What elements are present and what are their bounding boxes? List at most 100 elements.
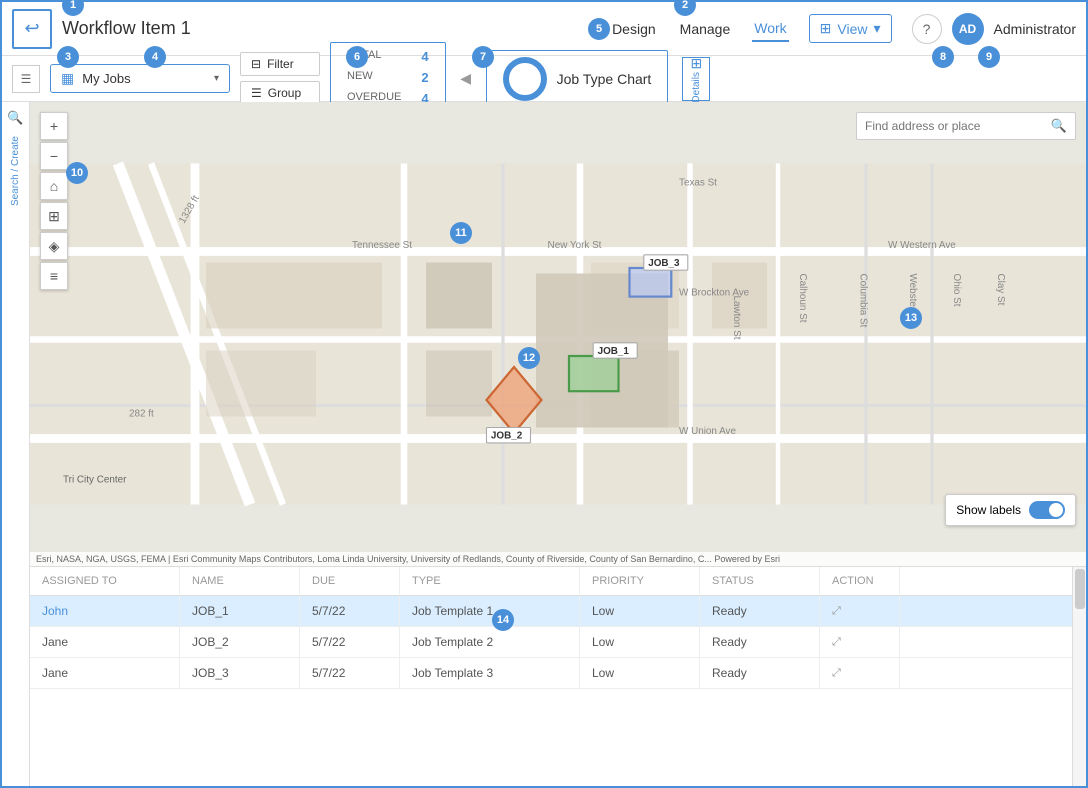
cell-priority: Low bbox=[580, 627, 700, 657]
nav-work[interactable]: Work bbox=[752, 16, 788, 42]
map-search-box[interactable]: 🔍 bbox=[856, 112, 1076, 140]
svg-text:New York St: New York St bbox=[548, 240, 602, 251]
jobs-dropdown-icon: ▦ bbox=[61, 70, 74, 87]
cell-status: Ready bbox=[700, 658, 820, 688]
table-body: John JOB_1 5/7/22 Job Template 1 Low Rea… bbox=[30, 596, 1072, 786]
user-avatar[interactable]: AD bbox=[952, 13, 984, 45]
badge-12: 12 bbox=[518, 347, 540, 369]
new-value: 2 bbox=[421, 68, 428, 89]
collapse-chart-button[interactable]: ◀ bbox=[456, 59, 476, 99]
badge-13: 13 bbox=[900, 307, 922, 329]
nav-manage[interactable]: Manage bbox=[678, 17, 733, 41]
home-button[interactable]: ⌂ bbox=[40, 172, 68, 200]
cell-assigned-to: Jane bbox=[30, 658, 180, 688]
badge-5: 5 bbox=[588, 18, 610, 40]
badge-14: 14 bbox=[492, 609, 514, 631]
nav-design[interactable]: Design bbox=[610, 17, 658, 41]
new-label: NEW bbox=[347, 68, 373, 89]
map-svg: 1328 ft 282 ft Tennessee St New York St … bbox=[30, 102, 1086, 566]
expand-icon[interactable]: ⤢ bbox=[832, 605, 841, 618]
cell-priority: Low bbox=[580, 658, 700, 688]
col-name: NAME bbox=[180, 567, 300, 595]
toolbar: 3 4 6 7 8 9 ☰ ▦ My Jobs ▾ ⊟ Filter ☰ Gro… bbox=[2, 56, 1086, 102]
table-row[interactable]: John JOB_1 5/7/22 Job Template 1 Low Rea… bbox=[30, 596, 1072, 627]
user-name[interactable]: Administrator bbox=[994, 21, 1076, 37]
cell-action[interactable]: ⤢ bbox=[820, 658, 900, 688]
filter-label: Filter bbox=[267, 57, 294, 71]
svg-text:Lawton St: Lawton St bbox=[731, 296, 742, 340]
left-sidebar: 🔍 Search / Create bbox=[2, 102, 30, 786]
header-nav: Design Manage Work bbox=[610, 16, 789, 42]
col-type: TYPE bbox=[400, 567, 580, 595]
badge-3: 3 bbox=[57, 46, 79, 68]
job-type-chart-label: Job Type Chart bbox=[557, 71, 652, 87]
details-button[interactable]: ⊞ Details bbox=[682, 57, 710, 101]
cell-status: Ready bbox=[700, 627, 820, 657]
badge-2: 2 bbox=[674, 0, 696, 16]
jobs-dropdown-arrow-icon: ▾ bbox=[214, 73, 219, 84]
cell-name: JOB_2 bbox=[180, 627, 300, 657]
header-actions: ? AD Administrator bbox=[912, 13, 1076, 45]
layers-button[interactable]: ◈ bbox=[40, 232, 68, 260]
table-row[interactable]: Jane JOB_2 5/7/22 Job Template 2 Low Rea… bbox=[30, 627, 1072, 658]
badge-6: 6 bbox=[346, 46, 368, 68]
cell-assigned-to: John bbox=[30, 596, 180, 626]
col-due: DUE bbox=[300, 567, 400, 595]
svg-text:282 ft: 282 ft bbox=[129, 409, 154, 420]
map-search-input[interactable] bbox=[865, 119, 1045, 133]
badge-8: 8 bbox=[932, 46, 954, 68]
cell-name: JOB_1 bbox=[180, 596, 300, 626]
svg-text:Ohio St: Ohio St bbox=[951, 274, 962, 307]
svg-text:JOB_3: JOB_3 bbox=[648, 258, 680, 269]
col-status: STATUS bbox=[700, 567, 820, 595]
cell-due: 5/7/22 bbox=[300, 627, 400, 657]
filter-icon: ⊟ bbox=[251, 57, 261, 71]
sidebar-search-icon[interactable]: 🔍 bbox=[4, 106, 28, 130]
view-label: View bbox=[837, 21, 867, 37]
svg-text:W Union Ave: W Union Ave bbox=[679, 426, 736, 437]
cell-action[interactable]: ⤢ bbox=[820, 627, 900, 657]
app-logo[interactable]: ↩ bbox=[12, 9, 52, 49]
cell-priority: Low bbox=[580, 596, 700, 626]
map-attribution: Esri, NASA, NGA, USGS, FEMA | Esri Commu… bbox=[30, 552, 1086, 566]
zoom-out-button[interactable]: − bbox=[40, 142, 68, 170]
help-icon: ? bbox=[923, 21, 931, 37]
user-initials: AD bbox=[959, 22, 976, 36]
legend-button[interactable]: ≡ bbox=[40, 262, 68, 290]
svg-text:Calhoun St: Calhoun St bbox=[797, 274, 808, 323]
svg-text:JOB_1: JOB_1 bbox=[598, 346, 630, 357]
help-button[interactable]: ? bbox=[912, 14, 942, 44]
badge-1: 1 bbox=[62, 0, 84, 16]
map-area[interactable]: 11 12 13 bbox=[30, 102, 1086, 566]
jobs-dropdown[interactable]: ▦ My Jobs ▾ bbox=[50, 64, 230, 93]
filter-button[interactable]: ⊟ Filter bbox=[240, 52, 320, 76]
app-container: 1 2 ↩ Workflow Item 1 5 Design Manage Wo… bbox=[0, 0, 1088, 788]
cell-type: Job Template 1 bbox=[400, 596, 580, 626]
sidebar-search-create-label[interactable]: Search / Create bbox=[10, 132, 21, 210]
badge-11: 11 bbox=[450, 222, 472, 244]
map-search-icon[interactable]: 🔍 bbox=[1051, 118, 1067, 134]
view-chevron-icon: ▾ bbox=[874, 20, 881, 37]
scrollbar-thumb[interactable] bbox=[1075, 569, 1085, 609]
view-button[interactable]: ⊞ View ▾ bbox=[809, 14, 892, 43]
view-icon: ⊞ bbox=[820, 20, 832, 37]
table-row[interactable]: Jane JOB_3 5/7/22 Job Template 3 Low Rea… bbox=[30, 658, 1072, 689]
svg-text:Columbia St: Columbia St bbox=[858, 274, 869, 328]
header: 1 2 ↩ Workflow Item 1 5 Design Manage Wo… bbox=[2, 2, 1086, 56]
sidebar-toggle-button[interactable]: ☰ bbox=[12, 65, 40, 93]
show-labels-toggle[interactable]: Show labels bbox=[945, 494, 1076, 526]
cell-action[interactable]: ⤢ bbox=[820, 596, 900, 626]
toggle-switch[interactable] bbox=[1029, 501, 1065, 519]
table-scrollbar[interactable] bbox=[1072, 567, 1086, 786]
col-action: ACTION bbox=[820, 567, 900, 595]
expand-icon[interactable]: ⤢ bbox=[832, 636, 841, 649]
main-content: 10 🔍 Search / Create 11 12 13 bbox=[2, 102, 1086, 786]
map-controls: + − ⌂ ⊞ ◈ ≡ bbox=[40, 112, 68, 290]
cell-due: 5/7/22 bbox=[300, 658, 400, 688]
zoom-in-button[interactable]: + bbox=[40, 112, 68, 140]
job-type-chart-box: Job Type Chart bbox=[486, 50, 669, 108]
grid-button[interactable]: ⊞ bbox=[40, 202, 68, 230]
cell-assigned-to: Jane bbox=[30, 627, 180, 657]
expand-icon[interactable]: ⤢ bbox=[832, 667, 841, 680]
cell-due: 5/7/22 bbox=[300, 596, 400, 626]
